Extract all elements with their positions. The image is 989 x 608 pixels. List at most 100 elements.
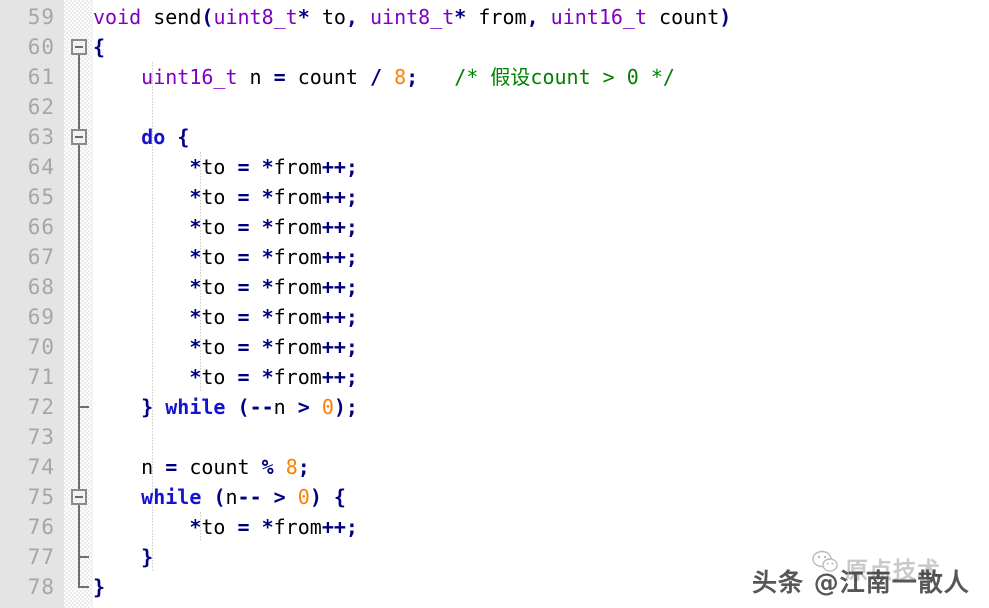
line-number-gutter: 59 60 61 62 63 64 65 66 67 68 69 70 71 72 73 74 75 76 77 78 [0, 0, 64, 608]
code-line[interactable] [93, 92, 105, 122]
code-line[interactable]: { [93, 32, 105, 62]
fold-collapse-button[interactable] [71, 39, 87, 55]
code-token: uint16_t [141, 65, 238, 89]
code-line[interactable]: n = count % 8; [93, 452, 310, 482]
code-folding-gutter[interactable] [64, 0, 93, 608]
wechat-icon [812, 550, 838, 572]
code-token: count [285, 65, 370, 89]
code-line[interactable]: *to = *from++; [93, 332, 358, 362]
code-token: * [261, 515, 274, 539]
code-line[interactable]: } [93, 572, 105, 602]
code-token: to [201, 275, 238, 299]
code-token: > [273, 485, 286, 509]
code-token: from [273, 515, 322, 539]
line-number: 60 [27, 35, 55, 59]
code-token: * [189, 155, 202, 179]
code-line[interactable]: *to = *from++; [93, 212, 358, 242]
code-token: (-- [237, 395, 274, 419]
code-token: from [273, 215, 322, 239]
code-token: * [189, 185, 202, 209]
code-line[interactable]: *to = *from++; [93, 512, 358, 542]
code-line[interactable]: *to = *from++; [93, 182, 358, 212]
code-token: * [261, 155, 274, 179]
code-token: ( [201, 5, 214, 29]
code-token: to [201, 365, 238, 389]
code-token: ; [297, 455, 310, 479]
line-number: 71 [27, 365, 55, 389]
code-token: n [141, 455, 166, 479]
line-number: 65 [27, 185, 55, 209]
code-text-area[interactable]: void send(uint8_t* to, uint8_t* from, ui… [93, 0, 989, 608]
code-line[interactable]: uint16_t n = count / 8; /* 假设count > 0 *… [93, 62, 675, 92]
fold-collapse-button[interactable] [71, 129, 87, 145]
code-line[interactable]: } [93, 542, 153, 572]
fold-block-end-marker [78, 406, 89, 408]
code-line[interactable]: *to = *from++; [93, 272, 358, 302]
line-number: 59 [27, 5, 55, 29]
code-token: send [153, 5, 202, 29]
fold-block-end-marker [78, 586, 89, 588]
code-token: * [261, 365, 274, 389]
code-line[interactable]: void send(uint8_t* to, uint8_t* from, ui… [93, 2, 731, 32]
fold-collapse-button[interactable] [71, 489, 87, 505]
code-token: { [177, 125, 190, 149]
code-token: ); [333, 395, 358, 419]
code-token: to [201, 215, 238, 239]
line-number: 78 [27, 575, 55, 599]
code-token: ++; [321, 515, 358, 539]
code-line[interactable]: *to = *from++; [93, 362, 358, 392]
code-token: * [454, 5, 467, 29]
line-number: 68 [27, 275, 55, 299]
code-line[interactable]: while (n-- > 0) { [93, 482, 346, 512]
code-line[interactable] [93, 422, 105, 452]
code-token: while [141, 485, 202, 509]
line-number: 77 [27, 545, 55, 569]
code-line[interactable]: *to = *from++; [93, 242, 358, 272]
code-token: = [237, 275, 250, 299]
code-line[interactable]: do { [93, 122, 189, 152]
code-token: * [261, 245, 274, 269]
code-token: to [201, 185, 238, 209]
code-token: ++; [321, 305, 358, 329]
code-token: , [345, 5, 358, 29]
code-token: { [333, 485, 346, 509]
code-token: to [201, 305, 238, 329]
code-token: from [273, 335, 322, 359]
code-token: ( [213, 485, 226, 509]
code-line[interactable]: } while (--n > 0); [93, 392, 358, 422]
code-token: * [189, 335, 202, 359]
code-token: uint16_t [550, 5, 647, 29]
code-token: * [261, 275, 274, 299]
code-token: -- [237, 485, 262, 509]
code-token: * [189, 245, 202, 269]
code-token: count [646, 5, 720, 29]
line-number: 62 [27, 95, 55, 119]
code-line[interactable]: *to = *from++; [93, 152, 358, 182]
code-token: from [466, 5, 527, 29]
code-token: 8 [285, 455, 298, 479]
code-token: * [297, 5, 310, 29]
code-token: } [93, 575, 106, 599]
code-line[interactable]: *to = *from++; [93, 302, 358, 332]
code-token: to [201, 155, 238, 179]
code-token: uint8_t [213, 5, 298, 29]
